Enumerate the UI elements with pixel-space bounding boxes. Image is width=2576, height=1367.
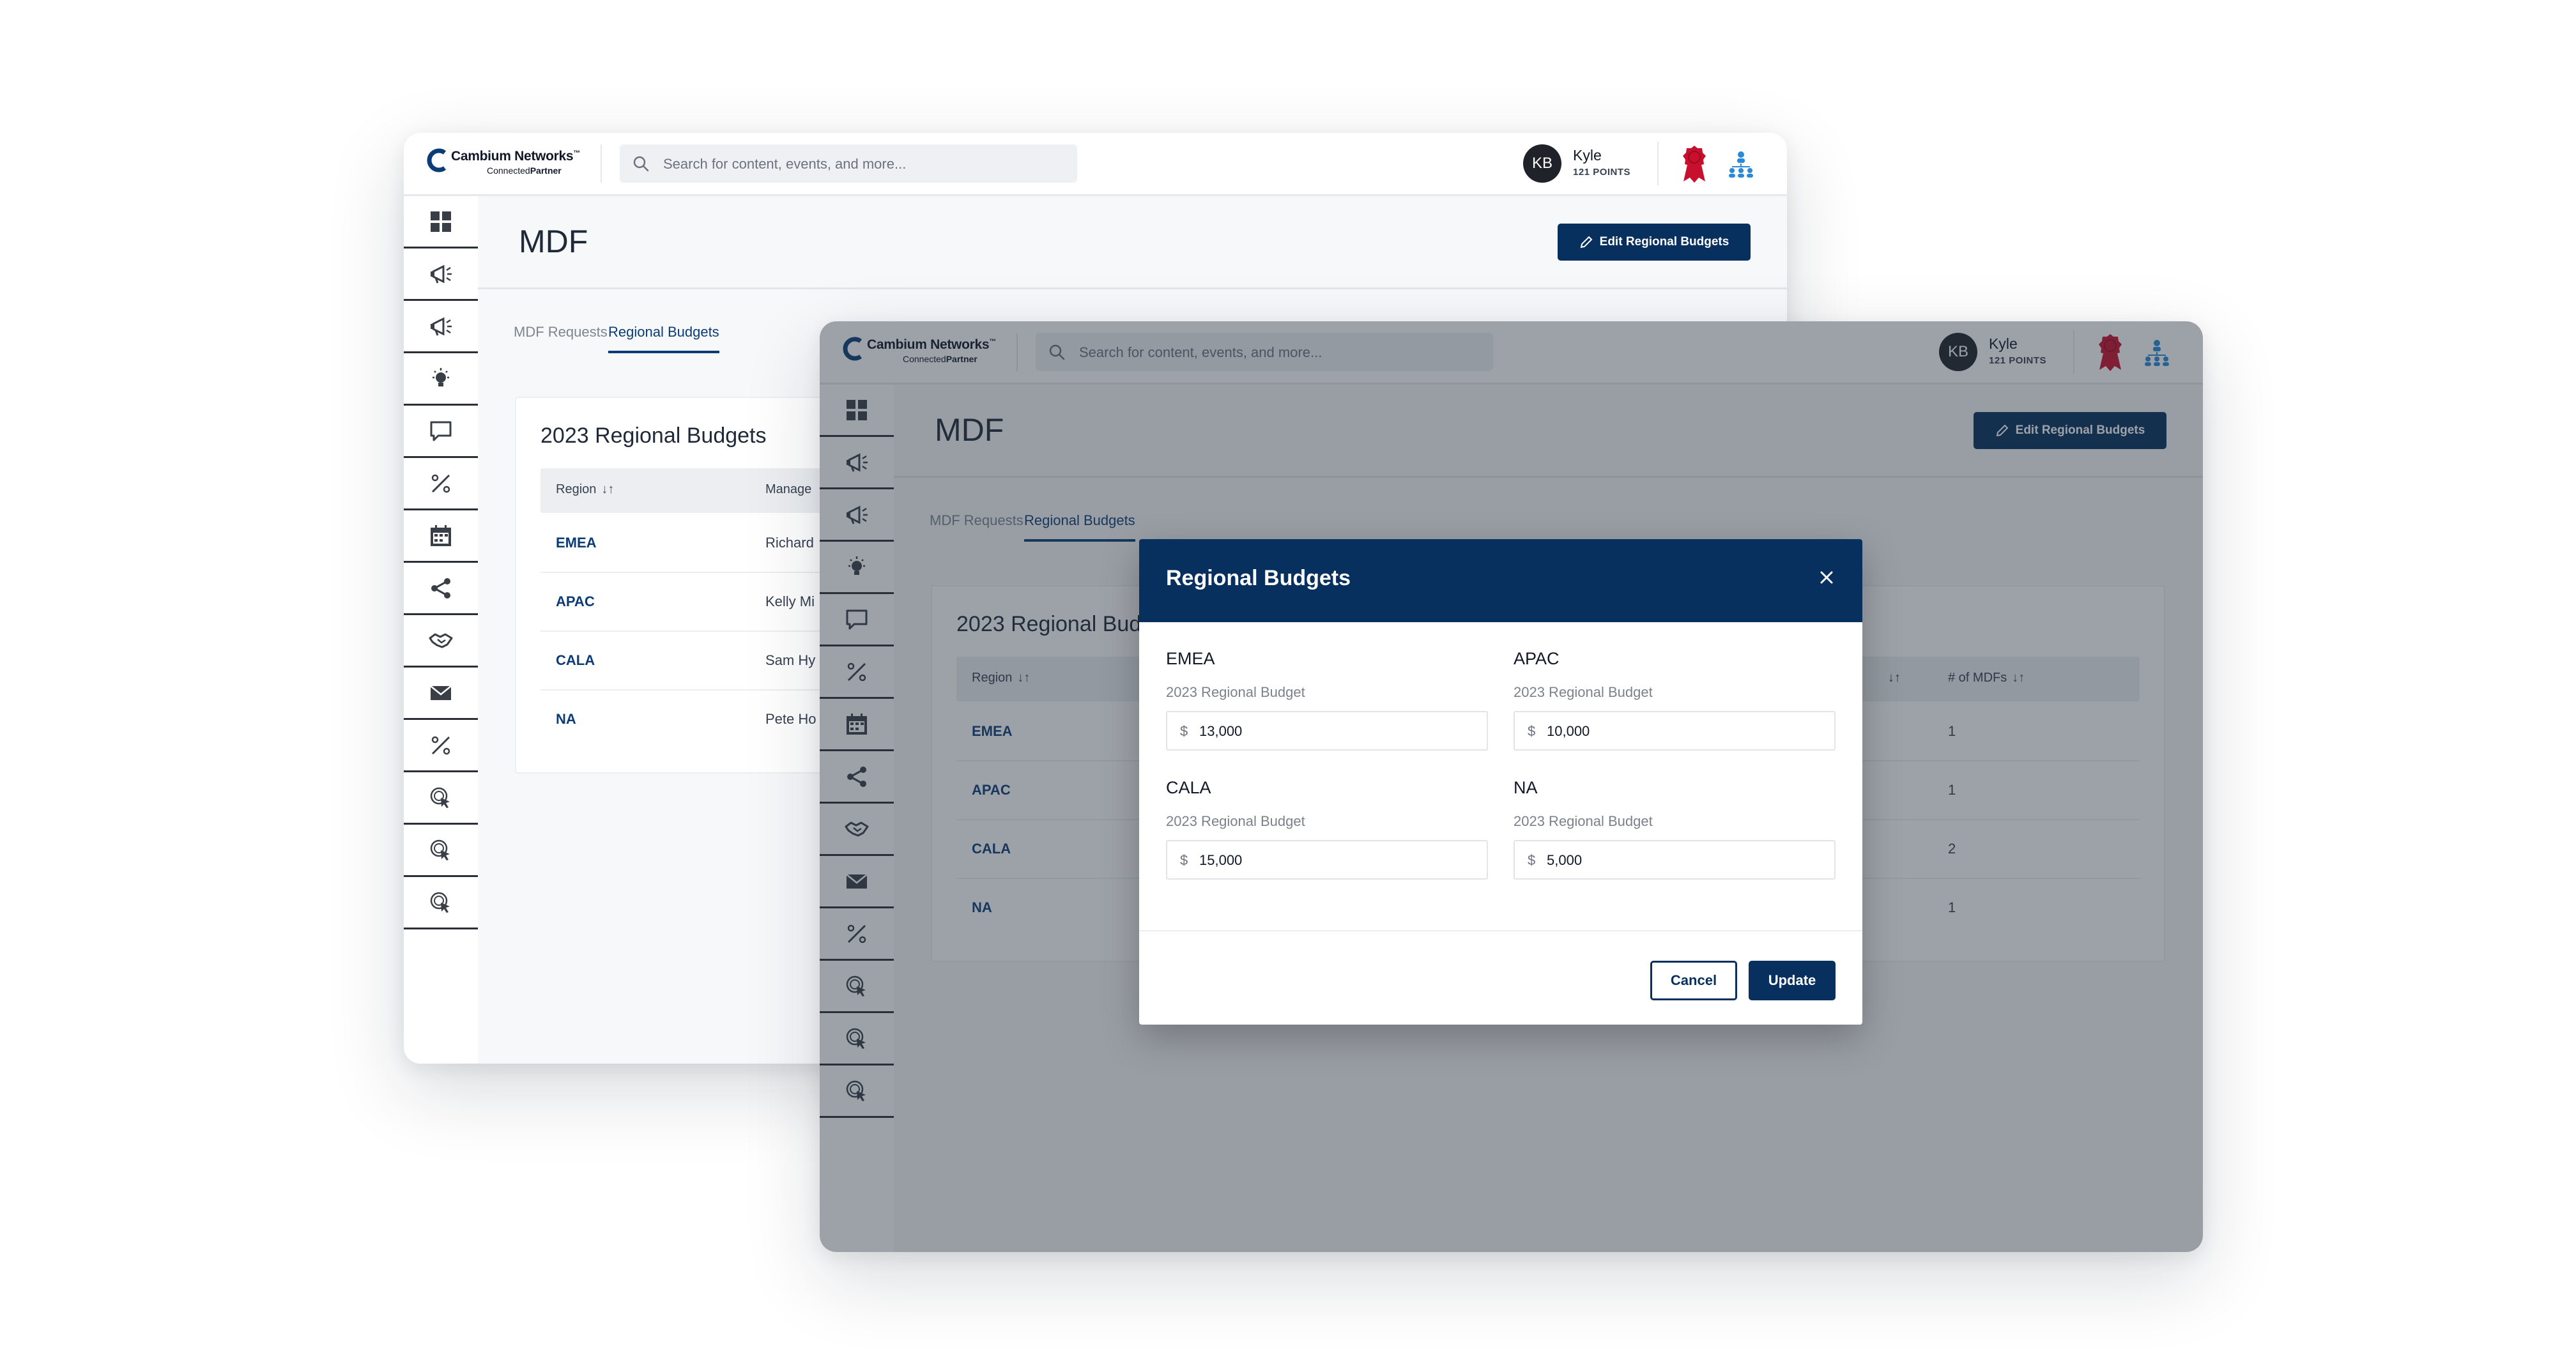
header-divider — [478, 287, 1787, 289]
brand-logo[interactable]: Cambium Networks™ ConnectedPartner — [425, 146, 585, 181]
budget-input-box[interactable]: $ — [1166, 711, 1488, 751]
field-region-name: APAC — [1514, 649, 1560, 668]
money-click-icon — [430, 839, 450, 860]
calendar-icon — [431, 524, 451, 546]
edit-button-label: Edit Regional Budgets — [1599, 235, 1729, 248]
handshake-icon — [429, 633, 453, 648]
top-bar: Cambium Networks™ ConnectedPartner KB Ky… — [404, 133, 1787, 196]
tab-regional-budgets[interactable]: Regional Budgets — [608, 324, 719, 353]
currency-symbol: $ — [1180, 723, 1188, 739]
money-click-icon — [430, 787, 450, 808]
field-label: 2023 Regional Budget — [1514, 813, 1653, 829]
cancel-button[interactable]: Cancel — [1650, 961, 1737, 1000]
region-link[interactable]: CALA — [556, 652, 595, 669]
manager-cell: Pete Ho — [765, 711, 816, 727]
update-button[interactable]: Update — [1749, 961, 1836, 1000]
currency-symbol: $ — [1180, 852, 1188, 868]
budget-field-emea: EMEA 2023 Regional Budget $ — [1166, 649, 1488, 751]
budget-input-cala[interactable] — [1198, 841, 1482, 880]
edit-regional-budgets-button[interactable]: Edit Regional Budgets — [1558, 224, 1751, 261]
field-label: 2023 Regional Budget — [1166, 813, 1305, 829]
sort-icon[interactable]: ↓↑ — [601, 482, 614, 496]
search-bar[interactable] — [620, 144, 1077, 184]
manager-cell: Kelly Mi — [765, 593, 815, 609]
avatar[interactable]: KB — [1523, 144, 1561, 183]
brand-subtitle: ConnectedPartner — [487, 165, 562, 176]
budget-field-na: NA 2023 Regional Budget $ — [1514, 778, 1836, 880]
award-ribbon-icon[interactable] — [1682, 144, 1707, 183]
sidebar-item-events[interactable] — [404, 510, 478, 563]
budget-input-emea[interactable] — [1198, 712, 1482, 751]
budget-input-apac[interactable] — [1545, 712, 1829, 751]
field-label: 2023 Regional Budget — [1514, 684, 1653, 700]
brand-name: Cambium Networks™ — [451, 149, 580, 164]
regional-budgets-modal: Regional Budgets EMEA 2023 Regional Budg… — [1139, 539, 1862, 1025]
budget-field-apac: APAC 2023 Regional Budget $ — [1514, 649, 1836, 751]
sidebar-item-funds-2[interactable] — [404, 825, 478, 877]
header-divider — [601, 144, 602, 183]
pencil-icon — [1580, 236, 1593, 248]
sidebar-item-messages[interactable] — [404, 406, 478, 458]
megaphone-icon — [431, 264, 452, 284]
dashboard-grid-icon — [431, 211, 451, 232]
discount-icon — [431, 474, 450, 493]
sidebar-item-funds-3[interactable] — [404, 877, 478, 929]
tab-mdf-requests[interactable]: MDF Requests — [514, 324, 608, 351]
region-link[interactable]: NA — [556, 711, 576, 728]
close-icon[interactable] — [1815, 566, 1838, 589]
money-click-icon — [430, 892, 450, 913]
sidebar-item-discounts[interactable] — [404, 458, 478, 510]
currency-symbol: $ — [1528, 723, 1536, 739]
card-title: 2023 Regional Budgets — [540, 424, 767, 448]
header-divider — [1657, 142, 1659, 185]
column-header-region[interactable]: Region ↓↑ — [556, 482, 614, 497]
field-region-name: NA — [1514, 778, 1538, 797]
sidebar-item-campaigns[interactable] — [404, 248, 478, 301]
manager-cell: Richard — [765, 535, 814, 551]
sidebar-nav — [404, 196, 479, 1064]
envelope-icon — [430, 685, 452, 700]
field-label: 2023 Regional Budget — [1166, 684, 1305, 700]
budget-input-box[interactable]: $ — [1166, 840, 1488, 880]
region-link[interactable]: APAC — [556, 593, 595, 610]
sidebar-item-dashboard[interactable] — [404, 196, 478, 248]
lightbulb-icon — [433, 367, 449, 386]
region-link[interactable]: EMEA — [556, 535, 597, 551]
budget-input-box[interactable]: $ — [1514, 840, 1836, 880]
sidebar-item-promotions[interactable] — [404, 720, 478, 772]
org-chart-icon[interactable] — [1726, 149, 1756, 179]
currency-symbol: $ — [1528, 852, 1536, 868]
sidebar-item-partners[interactable] — [404, 615, 478, 668]
cambium-logo-icon — [427, 148, 447, 172]
modal-title: Regional Budgets — [1166, 566, 1351, 590]
search-icon — [633, 156, 649, 172]
column-header-manager[interactable]: Manage — [765, 482, 811, 497]
discount-icon — [431, 736, 450, 754]
chat-bubble-icon — [430, 421, 452, 441]
sidebar-item-marketing[interactable] — [404, 301, 478, 353]
sidebar-item-share[interactable] — [404, 563, 478, 615]
user-name: Kyle — [1573, 147, 1602, 164]
user-points: 121 POINTS — [1573, 167, 1631, 178]
sidebar-item-ideas[interactable] — [404, 353, 478, 406]
field-region-name: EMEA — [1166, 649, 1215, 668]
megaphone-icon — [431, 317, 452, 336]
budget-input-na[interactable] — [1545, 841, 1829, 880]
share-icon — [431, 577, 450, 599]
sidebar-item-funds-1[interactable] — [404, 772, 478, 825]
field-region-name: CALA — [1166, 778, 1211, 797]
modal-header: Regional Budgets — [1139, 539, 1862, 622]
manager-cell: Sam Hy — [765, 652, 816, 668]
page-title: MDF — [519, 224, 588, 259]
modal-footer-divider — [1139, 930, 1862, 931]
sidebar-item-mail[interactable] — [404, 668, 478, 720]
search-input[interactable] — [662, 144, 1061, 184]
budget-field-cala: CALA 2023 Regional Budget $ — [1166, 778, 1488, 880]
budget-input-box[interactable]: $ — [1514, 711, 1836, 751]
